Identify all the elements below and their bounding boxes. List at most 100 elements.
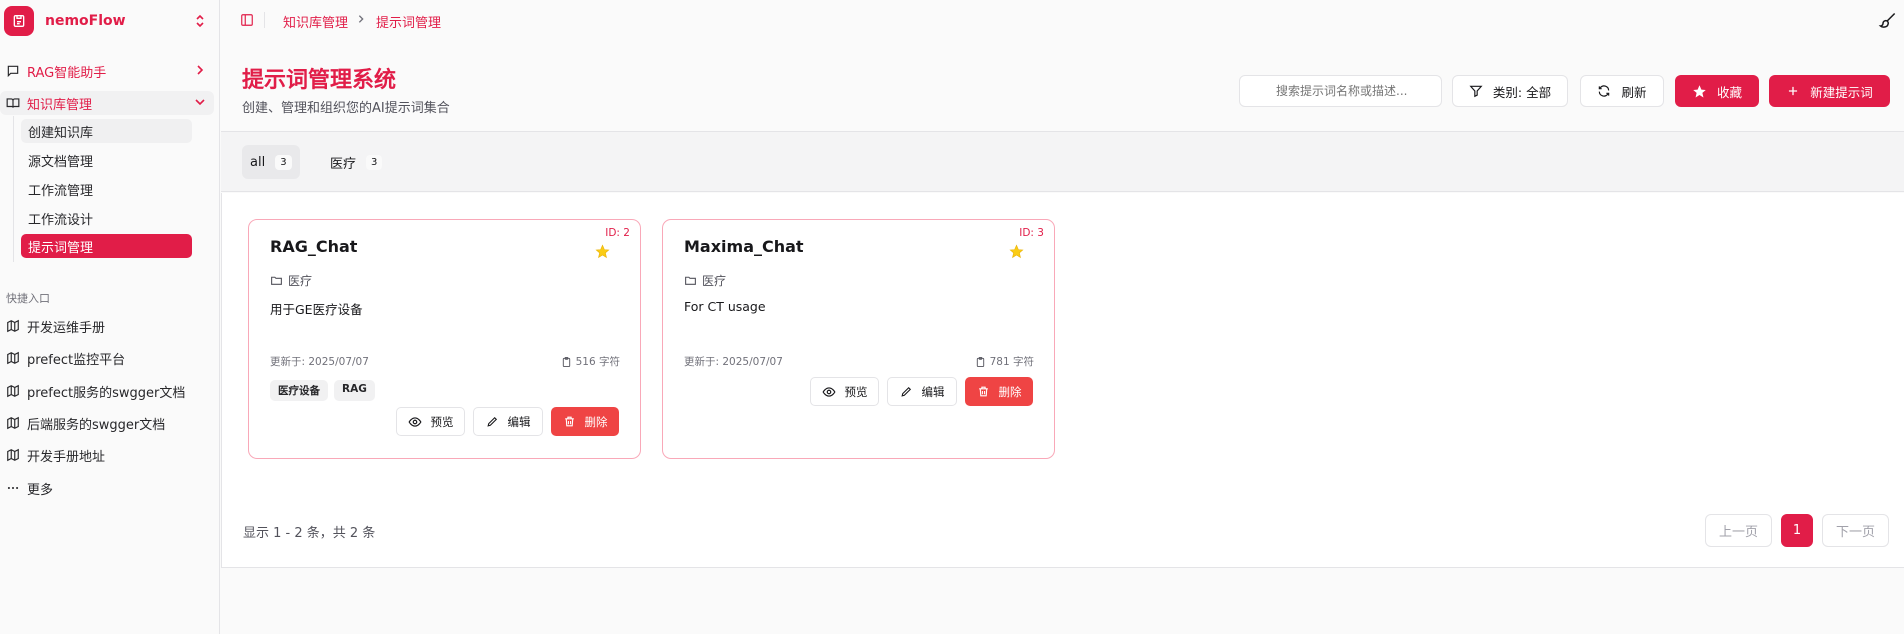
trash-icon bbox=[564, 416, 574, 427]
more-label: 更多 bbox=[27, 482, 54, 498]
category-filter-label: 类别: 全部 bbox=[1492, 84, 1552, 100]
category-filter-button[interactable]: 类别: 全部 bbox=[1452, 75, 1568, 107]
new-prompt-label: 新建提示词 bbox=[1810, 84, 1873, 100]
page-subtitle: 创建、管理和组织您的AI提示词集合 bbox=[242, 101, 450, 116]
tab-all[interactable]: all 3 bbox=[242, 145, 300, 179]
sidebar-item-workflow-manage[interactable]: 工作流管理 bbox=[21, 177, 192, 201]
prompt-tag: 医疗设备 bbox=[270, 380, 328, 401]
delete-label: 删除 bbox=[584, 414, 608, 429]
brand-logo bbox=[4, 6, 34, 36]
edit-label: 编辑 bbox=[507, 414, 531, 429]
next-page-button[interactable]: 下一页 bbox=[1822, 514, 1889, 547]
sidebar-group-knowledge-base[interactable]: 知识库管理 bbox=[0, 91, 214, 115]
preview-button[interactable]: 预览 bbox=[396, 407, 465, 436]
prompt-tag: RAG bbox=[334, 380, 375, 401]
quick-link-label: prefect服务的swgger文档 bbox=[27, 385, 186, 401]
quick-link-backend-swagger[interactable]: 后端服务的swgger文档 bbox=[0, 411, 214, 435]
tab-label: 医疗 bbox=[330, 156, 357, 172]
search-input[interactable] bbox=[1239, 75, 1442, 107]
preview-button[interactable]: 预览 bbox=[810, 377, 879, 406]
topbar-divider bbox=[264, 12, 265, 28]
quick-link-label: 开发手册地址 bbox=[27, 449, 106, 465]
chevron-down-icon bbox=[195, 99, 205, 106]
quick-links-label: 快捷入口 bbox=[6, 292, 50, 305]
plus-icon bbox=[1789, 86, 1798, 96]
chevron-right-icon bbox=[358, 15, 364, 23]
tab-count-badge: 3 bbox=[366, 154, 383, 170]
star-icon[interactable] bbox=[1009, 244, 1024, 259]
eye-icon bbox=[407, 416, 422, 427]
prompt-updated: 更新于: 2025/07/07 bbox=[270, 356, 369, 368]
eye-icon bbox=[821, 386, 836, 397]
prompt-id: ID: 3 bbox=[1019, 227, 1044, 239]
sidebar-item-workflow-design[interactable]: 工作流设计 bbox=[21, 206, 192, 230]
breadcrumb-knowledge-base[interactable]: 知识库管理 bbox=[283, 12, 348, 31]
delete-button[interactable]: 删除 bbox=[551, 407, 619, 436]
clipboard-icon bbox=[976, 356, 984, 367]
brand-name: nemoFlow bbox=[45, 13, 126, 29]
brand-switcher[interactable]: nemoFlow bbox=[4, 5, 212, 37]
sidebar-group-label: RAG智能助手 bbox=[27, 65, 107, 81]
tab-label: all bbox=[250, 154, 266, 170]
refresh-button[interactable]: 刷新 bbox=[1580, 75, 1664, 107]
paintbrush-icon[interactable] bbox=[1878, 11, 1898, 31]
category-tabs: all 3 医疗 3 bbox=[221, 132, 1904, 192]
chevron-up-down-icon bbox=[196, 14, 204, 28]
sidebar-item-source-docs[interactable]: 源文档管理 bbox=[21, 148, 192, 172]
delete-label: 删除 bbox=[998, 384, 1022, 399]
sidebar-group-rag-assistant[interactable]: RAG智能助手 bbox=[0, 59, 214, 83]
edit-button[interactable]: 编辑 bbox=[473, 407, 543, 436]
prompt-card[interactable]: ID: 2 RAG_Chat 医疗 用于GE医疗设备 更新于: 2025/07/… bbox=[248, 219, 641, 459]
prompt-category: 医疗 bbox=[684, 272, 726, 289]
prompt-updated: 更新于: 2025/07/07 bbox=[684, 356, 783, 368]
filter-icon bbox=[1469, 85, 1483, 98]
page-button-current[interactable]: 1 bbox=[1781, 514, 1813, 547]
sidebar: nemoFlow RAG智能助手 知识库管理 创建知识库 源文档管理 工作流管理… bbox=[0, 0, 220, 634]
prompt-tags: 医疗设备 RAG bbox=[270, 380, 375, 401]
pencil-icon bbox=[486, 416, 497, 427]
quick-link-prefect-swagger[interactable]: prefect服务的swgger文档 bbox=[0, 379, 214, 403]
prev-page-button[interactable]: 上一页 bbox=[1705, 514, 1772, 547]
edit-button[interactable]: 编辑 bbox=[887, 377, 957, 406]
quick-link-prefect-monitor[interactable]: prefect监控平台 bbox=[0, 346, 214, 370]
prompt-category-label: 医疗 bbox=[702, 274, 727, 288]
favorites-label: 收藏 bbox=[1716, 84, 1742, 100]
map-icon bbox=[7, 319, 19, 333]
clipboard-icon bbox=[562, 356, 570, 367]
prompt-char-count-label: 781 字符 bbox=[989, 356, 1034, 368]
chat-icon bbox=[7, 65, 19, 78]
prompt-id: ID: 2 bbox=[605, 227, 630, 239]
favorites-button[interactable]: 收藏 bbox=[1675, 75, 1759, 107]
prompt-category: 医疗 bbox=[270, 272, 312, 289]
refresh-label: 刷新 bbox=[1621, 84, 1647, 100]
prompt-char-count: 516 字符 bbox=[561, 354, 620, 369]
star-icon[interactable] bbox=[595, 244, 610, 259]
quick-link-label: 开发运维手册 bbox=[27, 320, 106, 336]
tab-medical[interactable]: 医疗 3 bbox=[322, 145, 390, 179]
star-icon bbox=[1693, 84, 1706, 97]
sidebar-toggle-icon[interactable] bbox=[240, 13, 254, 27]
pencil-icon bbox=[900, 386, 911, 397]
quick-link-devops-manual[interactable]: 开发运维手册 bbox=[0, 314, 214, 338]
folder-icon bbox=[685, 276, 696, 285]
map-icon bbox=[7, 416, 19, 430]
breadcrumb-prompt-manage: 提示词管理 bbox=[376, 16, 442, 31]
prompt-name: Maxima_Chat bbox=[684, 237, 804, 256]
sidebar-item-create-kb[interactable]: 创建知识库 bbox=[21, 119, 192, 143]
prompt-category-label: 医疗 bbox=[288, 274, 313, 288]
folder-icon bbox=[271, 276, 282, 285]
sidebar-item-prompt-manage[interactable]: 提示词管理 bbox=[21, 234, 192, 258]
preview-label: 预览 bbox=[430, 414, 454, 429]
prompt-char-count: 781 字符 bbox=[975, 354, 1034, 369]
quick-link-more[interactable]: 更多 bbox=[0, 476, 214, 500]
delete-button[interactable]: 删除 bbox=[965, 377, 1033, 406]
map-icon bbox=[7, 384, 19, 398]
more-horizontal-icon bbox=[7, 486, 19, 490]
new-prompt-button[interactable]: 新建提示词 bbox=[1769, 75, 1890, 107]
refresh-icon bbox=[1599, 85, 1610, 97]
quick-link-dev-manual[interactable]: 开发手册地址 bbox=[0, 443, 214, 467]
edit-label: 编辑 bbox=[921, 384, 945, 399]
prompt-name: RAG_Chat bbox=[270, 237, 358, 256]
prompt-card[interactable]: ID: 3 Maxima_Chat 医疗 For CT usage 更新于: 2… bbox=[662, 219, 1055, 459]
prompt-description: For CT usage bbox=[684, 299, 766, 314]
